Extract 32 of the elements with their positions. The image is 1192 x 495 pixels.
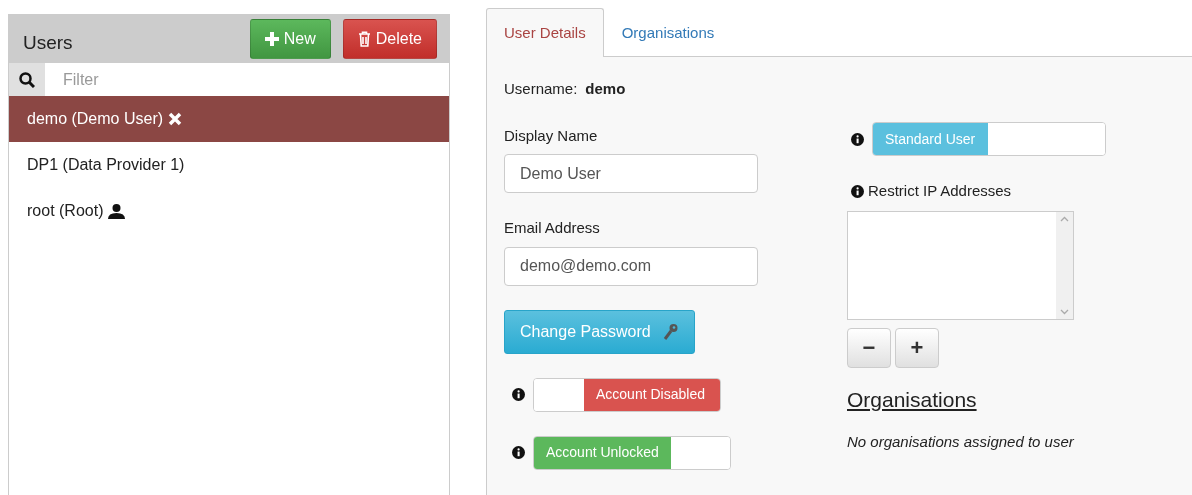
field-label: Restrict IP Addresses (868, 181, 1012, 201)
key-icon (662, 322, 679, 341)
user-list-item[interactable]: root (Root) (9, 188, 449, 234)
tab[interactable]: Organisations (603, 7, 733, 57)
delete-button[interactable]: Delete (342, 19, 437, 59)
remove-button[interactable]: − (847, 327, 891, 368)
info-icon (851, 184, 864, 198)
panel-title: Users (23, 30, 73, 55)
info-icon (851, 132, 864, 146)
username-value: demo (585, 79, 626, 99)
user-list-item[interactable]: demo (Demo User) (9, 96, 449, 142)
info-icon (512, 446, 525, 459)
field-label: Display Name (504, 125, 599, 146)
person-icon (108, 203, 126, 219)
username-label: Username: (504, 79, 578, 99)
scrollbar[interactable] (1056, 211, 1073, 319)
email-field[interactable]: demo@demo.com (504, 246, 758, 286)
empty-message: No organisations assigned to user (847, 432, 1075, 452)
add-button[interactable]: + (895, 327, 939, 368)
search-icon (19, 71, 35, 88)
info-icon (512, 388, 525, 401)
new-button[interactable]: New (249, 19, 331, 59)
field-label: Email Address (504, 218, 601, 238)
plus-icon (264, 32, 279, 46)
ip-address-field[interactable] (847, 210, 1074, 320)
user-list-item[interactable]: DP1 (Data Provider 1) (9, 142, 449, 188)
close-icon[interactable] (168, 112, 183, 126)
toggle-switch[interactable]: Account Disabled (533, 377, 721, 412)
tab[interactable]: User Details (486, 7, 604, 57)
display-name-field[interactable]: Demo User (504, 154, 758, 193)
section-heading: Organisations (847, 386, 977, 413)
trash-icon (357, 31, 371, 47)
